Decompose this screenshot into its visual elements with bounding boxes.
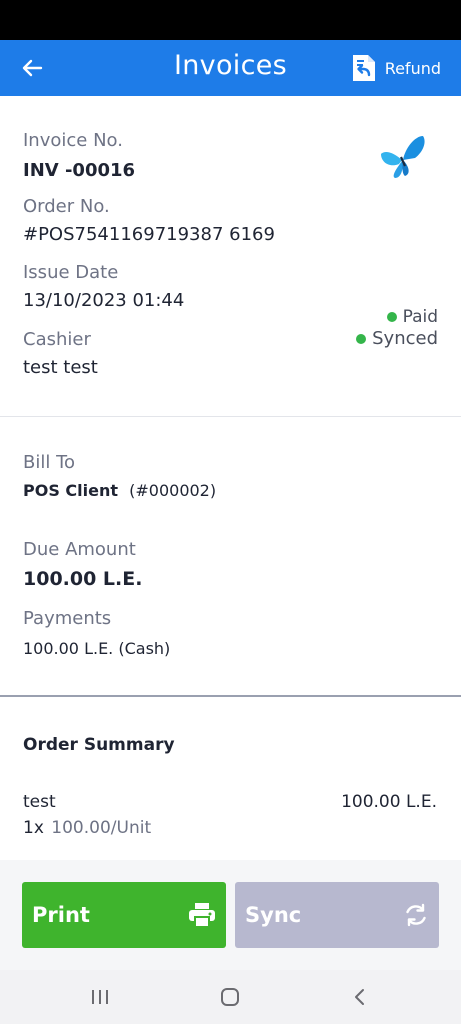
paid-dot xyxy=(386,312,397,322)
nav-back-button[interactable] xyxy=(340,982,380,1012)
bill-to-value: POS Client (#000002) xyxy=(23,481,216,500)
sync-icon xyxy=(406,903,426,927)
butterfly-logo-icon xyxy=(381,136,425,178)
order-no-label: Order No. xyxy=(23,196,110,217)
home-button[interactable] xyxy=(210,982,250,1012)
status-bar xyxy=(0,0,461,40)
home-icon xyxy=(221,988,239,1006)
invoice-details: Invoice No. INV -00016 Order No. #POS754… xyxy=(0,96,461,416)
invoice-no-value: INV -00016 xyxy=(23,160,136,181)
billing-section: Bill To POS Client (#000002) Due Amount … xyxy=(0,417,461,695)
cashier-label: Cashier xyxy=(23,329,91,350)
item-qty: 1x xyxy=(23,818,44,838)
paid-label: Paid xyxy=(402,307,438,327)
action-bar: Print Sync xyxy=(0,860,461,970)
item-quantity-price: 1x 100.00/Unit xyxy=(23,818,151,838)
printer-icon xyxy=(189,903,215,928)
payments-label: Payments xyxy=(23,608,112,629)
client-name: POS Client xyxy=(23,481,119,500)
item-name: test xyxy=(23,792,56,812)
nav-back-icon xyxy=(355,989,364,1005)
refund-label: Refund xyxy=(384,58,441,78)
due-amount-value: 100.00 L.E. xyxy=(23,568,143,590)
recent-apps-button[interactable] xyxy=(80,982,120,1012)
paid-status: Paid xyxy=(386,307,438,327)
item-unit-price: 100.00/Unit xyxy=(51,818,152,838)
synced-status: Synced xyxy=(356,328,438,349)
item-total: 100.00 L.E. xyxy=(341,792,437,812)
invoice-no-label: Invoice No. xyxy=(23,130,123,151)
bill-to-label: Bill To xyxy=(23,452,76,473)
order-no-value: #POS7541169719387 6169 xyxy=(23,224,275,245)
print-label: Print xyxy=(32,903,90,927)
issue-date-value: 13/10/2023 01:44 xyxy=(23,290,185,311)
refund-button[interactable]: Refund xyxy=(351,52,441,84)
list-item: test 1x 100.00/Unit 100.00 L.E. xyxy=(0,789,461,849)
order-summary-title: Order Summary xyxy=(23,735,175,755)
client-id: (#000002) xyxy=(129,481,217,500)
refund-icon xyxy=(352,55,375,81)
sync-button[interactable]: Sync xyxy=(235,882,439,948)
synced-dot xyxy=(356,333,367,344)
payments-value: 100.00 L.E. (Cash) xyxy=(23,639,171,658)
app-bar: Invoices Refund xyxy=(0,40,461,96)
due-amount-label: Due Amount xyxy=(23,539,136,560)
synced-label: Synced xyxy=(372,328,438,349)
print-button[interactable]: Print xyxy=(22,882,226,948)
issue-date-label: Issue Date xyxy=(23,262,119,283)
system-nav-bar xyxy=(0,970,461,1024)
company-logo xyxy=(375,130,429,188)
sync-label: Sync xyxy=(245,903,302,927)
order-summary: Order Summary test 1x 100.00/Unit 100.00… xyxy=(0,697,461,860)
cashier-value: test test xyxy=(23,357,98,378)
recent-apps-icon xyxy=(92,990,108,1004)
